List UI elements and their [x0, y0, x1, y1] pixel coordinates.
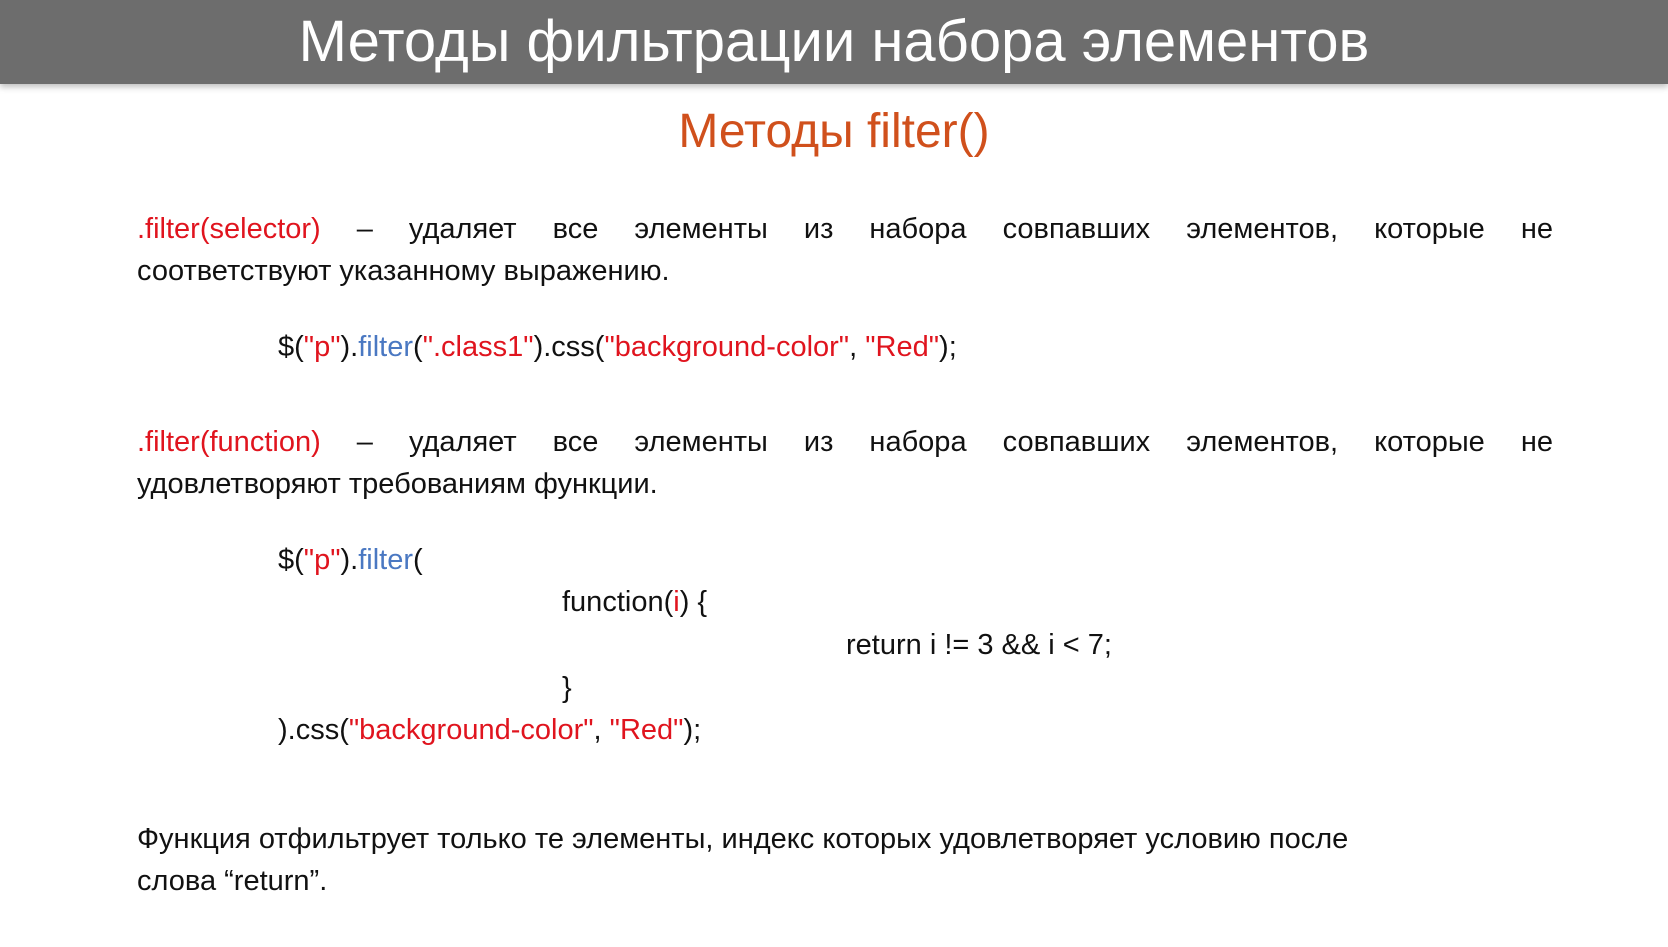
filter-function-desc-part1: – удаляет все элементы из набора совпавш… [320, 426, 1553, 458]
code-string: "p" [303, 331, 341, 363]
code-token: ( [413, 331, 423, 363]
code-token: ). [340, 544, 359, 576]
filter-selector-description: .filter(selector) – удаляет все элементы… [137, 208, 1553, 292]
code-string: ".class1" [422, 331, 534, 363]
code-token: ( [413, 544, 423, 576]
code-string: "Red" [865, 331, 940, 363]
code-token: function( [562, 586, 674, 618]
filter-selector-desc-part2: соответствуют указанному выражению. [137, 255, 670, 287]
code-string: "Red" [609, 714, 684, 746]
code-method: filter [358, 331, 414, 363]
code-line-close-brace: } [562, 672, 572, 704]
filter-selector-term: .filter(selector) [137, 213, 321, 245]
filter-function-description: .filter(function) – удаляет все элементы… [137, 421, 1553, 505]
code-string: "background-color" [348, 714, 594, 746]
slide: Методы фильтрации набора элементов Метод… [0, 0, 1668, 947]
slide-subtitle: Методы filter() [678, 105, 990, 158]
code-token: ); [683, 714, 702, 746]
function-explanation: Функция отфильтрует только те элементы, … [137, 818, 1577, 902]
filter-function-desc-part2: удовлетворяют требованиям функции. [137, 468, 658, 500]
filter-function-term: .filter(function) [137, 426, 321, 458]
slide-title: Методы фильтрации набора элементов [298, 9, 1370, 74]
explanation-line2: слова “return”. [137, 865, 328, 897]
code-string: "p" [303, 544, 341, 576]
title-bar: Методы фильтрации набора элементов [0, 0, 1668, 84]
code-line-function: function(i) { [562, 581, 707, 623]
code-token: , [593, 714, 610, 746]
filter-function-line1: .filter(function) – удаляет все элементы… [137, 421, 1553, 463]
code-line-return: return i != 3 && i < 7; [846, 629, 1112, 661]
filter-selector-line1: .filter(selector) – удаляет все элементы… [137, 208, 1553, 250]
code-token: , [849, 331, 866, 363]
explanation-line1: Функция отфильтрует только те элементы, … [137, 823, 1349, 855]
code-token: $( [278, 544, 304, 576]
code-string: "background-color" [604, 331, 850, 363]
code-method: filter [358, 544, 414, 576]
code-token: ); [939, 331, 957, 363]
code-line-filter-open: $("p").filter( [278, 539, 423, 581]
code-token: ).css( [533, 331, 605, 363]
filter-selector-desc-part1: – удаляет все элементы из набора совпавш… [320, 213, 1553, 245]
code-token: ). [340, 331, 359, 363]
code-example-selector: $("p").filter(".class1").css("background… [278, 326, 957, 368]
code-token: ).css( [278, 714, 349, 746]
code-token: ) { [679, 586, 708, 618]
code-line-css: ).css("background-color", "Red"); [278, 709, 701, 751]
code-token: $( [278, 331, 304, 363]
